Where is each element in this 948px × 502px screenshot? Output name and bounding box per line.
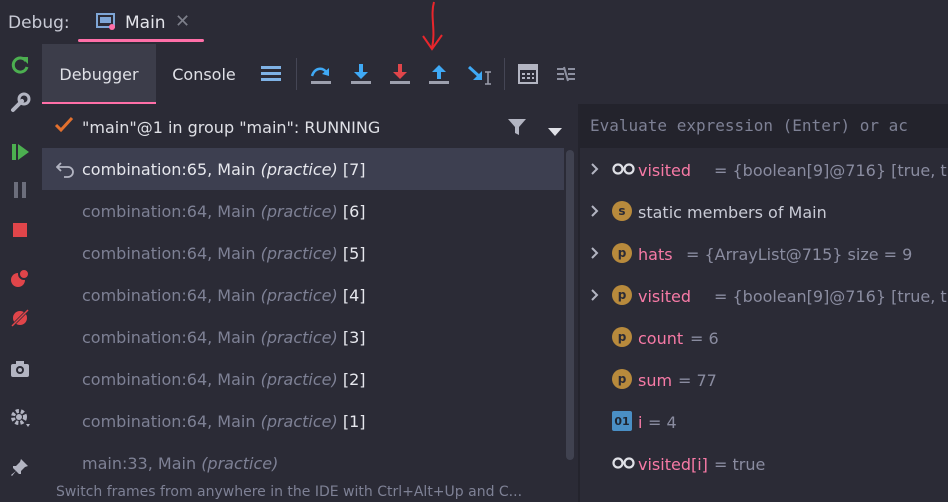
expand-arrow-icon[interactable] — [590, 287, 600, 306]
variable-row[interactable]: p sum = 77 — [580, 358, 948, 400]
variables-tree: visited = {boolean[9]@716} [true, true, … — [580, 148, 948, 502]
debug-label: Debug: — [8, 13, 70, 33]
toolbar-separator — [296, 58, 297, 90]
debugger-toolbar: Debugger Console — [42, 1, 948, 104]
frame-label: combination:64, Main (practice) [6] — [82, 202, 366, 221]
tab-debugger[interactable]: Debugger — [42, 44, 156, 104]
tab-debugger-label: Debugger — [59, 64, 139, 84]
frame-label: combination:64, Main (practice) [5] — [82, 244, 366, 263]
debug-side-toolbar — [0, 44, 40, 502]
variable-row[interactable]: p hats = {ArrayList@715} size = 9 — [580, 232, 948, 274]
thread-selector[interactable]: "main"@1 in group "main": RUNNING — [42, 104, 578, 148]
local-var-icon: 01 — [612, 411, 632, 431]
filter-icon[interactable] — [507, 117, 527, 141]
variable-value: = 4 — [648, 413, 677, 432]
variable-name: count — [638, 329, 684, 348]
variable-value: = {ArrayList@715} size = 9 — [686, 245, 913, 264]
frame-row[interactable]: combination:64, Main (practice) [6] — [42, 190, 564, 232]
expand-arrow-icon[interactable] — [590, 245, 600, 264]
rerun-icon[interactable] — [8, 53, 32, 77]
return-arrow-icon — [55, 160, 76, 182]
watch-glasses-icon — [612, 159, 635, 179]
annotation-arrow-icon — [420, 0, 446, 56]
force-step-into-icon[interactable] — [386, 60, 414, 88]
variable-row[interactable]: visited = {boolean[9]@716} [true, true, — [580, 148, 948, 190]
frame-label: combination:65, Main (practice) [7] — [82, 160, 366, 179]
view-breakpoints-icon[interactable] — [8, 266, 32, 290]
expand-arrow-icon[interactable] — [590, 161, 600, 180]
evaluate-expression-field[interactable]: Evaluate expression (Enter) or ac — [580, 104, 948, 148]
variable-name: i — [638, 413, 643, 432]
frame-label: combination:64, Main (practice) [1] — [82, 412, 366, 431]
thread-label: "main"@1 in group "main": RUNNING — [82, 118, 381, 137]
variable-value: = 6 — [690, 329, 719, 348]
debug-tool-window-header: Debug: Main ✕ — [0, 0, 948, 44]
evaluate-placeholder: Evaluate expression (Enter) or ac — [590, 116, 908, 135]
resume-icon[interactable] — [8, 140, 32, 164]
evaluate-expression-icon[interactable] — [514, 60, 542, 88]
field-badge-icon: p — [612, 243, 632, 263]
expand-arrow-icon[interactable] — [590, 203, 600, 222]
variable-name: sum — [638, 371, 673, 390]
tab-console-label: Console — [172, 64, 236, 84]
run-to-cursor-icon[interactable] — [466, 60, 494, 88]
tab-console[interactable]: Console — [164, 44, 244, 104]
frame-row[interactable]: combination:64, Main (practice) [4] — [42, 274, 564, 316]
camera-icon[interactable] — [8, 357, 32, 381]
static-badge-icon: s — [612, 201, 632, 221]
field-badge-icon: p — [612, 285, 632, 305]
tab-main-label: Main — [125, 13, 166, 33]
toolbar-separator — [504, 58, 505, 90]
settings-gear-icon[interactable] — [8, 406, 32, 430]
stop-icon[interactable] — [8, 218, 32, 242]
frames-list: combination:65, Main (practice) [7] comb… — [42, 148, 578, 478]
variable-name: static members of Main — [638, 203, 827, 222]
frame-label: combination:64, Main (practice) [4] — [82, 286, 366, 305]
variable-name: visited — [638, 161, 691, 180]
pin-icon[interactable] — [8, 455, 32, 479]
variable-name: visited — [638, 287, 691, 306]
tab-main[interactable]: Main ✕ — [78, 0, 204, 44]
frame-label: combination:64, Main (practice) [2] — [82, 370, 366, 389]
variable-row[interactable]: p visited = {boolean[9]@716} [true, true… — [580, 274, 948, 316]
field-badge-icon: p — [612, 369, 632, 389]
chevron-down-icon[interactable] — [548, 122, 562, 141]
pause-icon[interactable] — [8, 178, 32, 202]
frame-row[interactable]: combination:64, Main (practice) [2] — [42, 358, 564, 400]
variable-value: = 77 — [678, 371, 717, 390]
frame-label: combination:64, Main (practice) [3] — [82, 328, 366, 347]
variable-value: = {boolean[9]@716} [true, true, — [714, 161, 948, 180]
step-over-icon[interactable] — [307, 60, 335, 88]
wrench-icon[interactable] — [8, 91, 32, 115]
variable-row[interactable]: visited[i] = true — [580, 442, 948, 484]
check-icon — [54, 116, 74, 138]
variable-row[interactable]: s static members of Main — [580, 190, 948, 232]
tab-active-indicator — [78, 39, 204, 42]
variable-name: hats — [638, 245, 673, 264]
watch-glasses-icon — [612, 453, 635, 473]
frame-row[interactable]: combination:64, Main (practice) [1] — [42, 400, 564, 442]
frame-label: main:33, Main (practice) — [82, 454, 279, 473]
variable-row[interactable]: 01 i = 4 — [580, 400, 948, 442]
frames-hint: Switch frames from anywhere in the IDE w… — [56, 484, 523, 500]
variable-name: visited[i] — [638, 455, 708, 474]
variable-value: = true — [714, 455, 766, 474]
run-config-icon — [96, 12, 116, 34]
step-out-icon[interactable] — [425, 60, 453, 88]
layout-menu-icon[interactable] — [257, 60, 285, 88]
field-badge-icon: p — [612, 327, 632, 347]
close-tab-icon[interactable]: ✕ — [175, 11, 190, 32]
frame-row[interactable]: combination:64, Main (practice) [5] — [42, 232, 564, 274]
variable-value: = {boolean[9]@716} [true, true, — [714, 287, 948, 306]
variable-row[interactable]: p count = 6 — [580, 316, 948, 358]
frame-row[interactable]: combination:65, Main (practice) [7] — [42, 148, 564, 190]
frames-scrollbar[interactable] — [566, 150, 574, 460]
frame-row[interactable]: main:33, Main (practice) — [42, 442, 564, 478]
step-into-icon[interactable] — [347, 60, 375, 88]
frame-row[interactable]: combination:64, Main (practice) [3] — [42, 316, 564, 358]
mute-breakpoints-icon[interactable] — [8, 306, 32, 330]
trace-current-stream-icon[interactable] — [552, 60, 580, 88]
